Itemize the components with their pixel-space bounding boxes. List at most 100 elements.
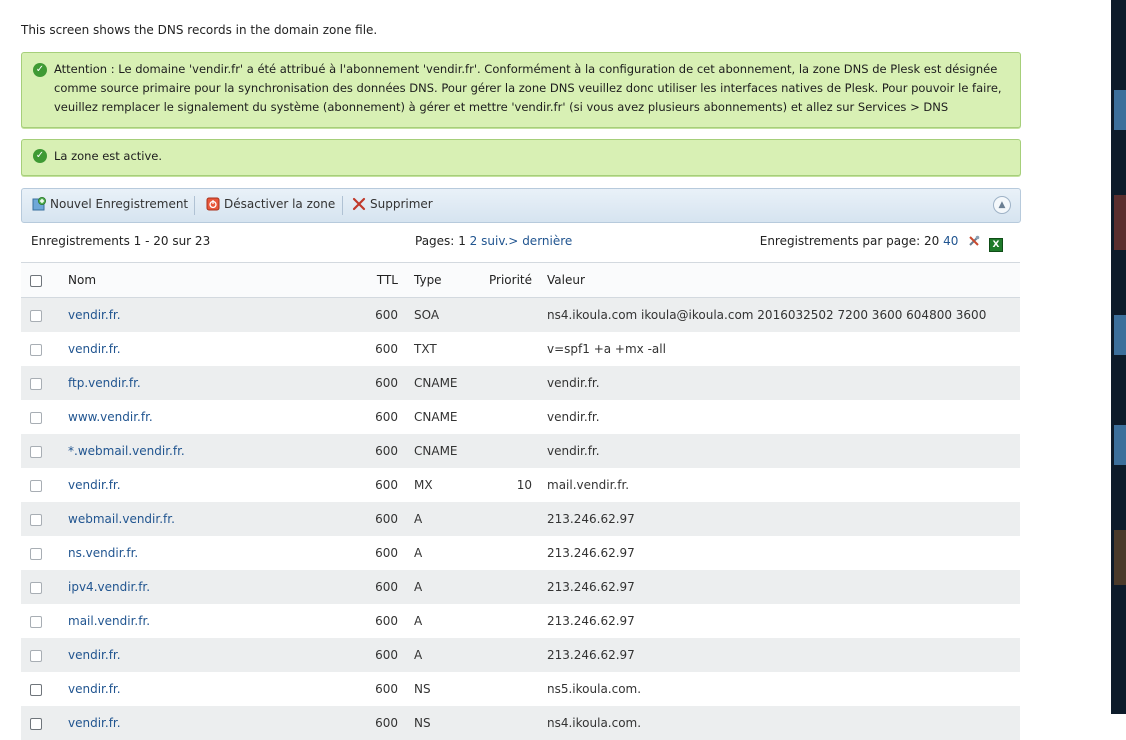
row-checkbox[interactable] [30, 343, 42, 356]
check-icon: ✓ [33, 63, 47, 77]
select-all-checkbox[interactable] [30, 274, 42, 287]
row-checkbox[interactable] [30, 581, 42, 594]
last-page-link[interactable]: dernière [522, 234, 572, 248]
pagination-bar: Enregistrements 1 - 20 sur 23 Pages: 1 2… [21, 234, 1019, 252]
table-row: *.webmail.vendir.fr. 600 CNAME vendir.fr. [21, 434, 1020, 468]
disable-icon [206, 197, 220, 211]
delete-x-icon [352, 197, 366, 211]
attention-message: ✓ Attention : Le domaine 'vendir.fr' a é… [21, 52, 1021, 128]
record-name-link[interactable]: ipv4.vendir.fr. [68, 580, 150, 594]
row-checkbox[interactable] [30, 717, 42, 730]
header-priority[interactable]: Priorité [471, 262, 547, 298]
record-value: 213.246.62.97 [547, 502, 1020, 536]
record-name-link[interactable]: *.webmail.vendir.fr. [68, 444, 185, 458]
record-ttl: 600 [369, 434, 406, 468]
chevron-up-icon: ▲ [998, 200, 1006, 210]
record-type: TXT [406, 332, 471, 366]
per-page-40-link[interactable]: 40 [943, 234, 958, 248]
record-type: A [406, 536, 471, 570]
record-priority: 10 [471, 468, 547, 502]
record-ttl: 600 [369, 297, 406, 332]
table-row: ftp.vendir.fr. 600 CNAME vendir.fr. [21, 366, 1020, 400]
table-row: vendir.fr. 600 NS ns5.ikoula.com. [21, 672, 1020, 706]
attention-message-text: Attention : Le domaine 'vendir.fr' a été… [54, 62, 1002, 114]
current-page: 1 [458, 234, 466, 248]
new-record-label: Nouvel Enregistrement [50, 197, 189, 211]
record-type: NS [406, 672, 471, 706]
header-value[interactable]: Valeur [547, 262, 1020, 298]
dns-records-table: Nom TTL Type Priorité Valeur vendir.fr. 6… [21, 262, 1020, 740]
header-type[interactable]: Type [406, 262, 471, 298]
delete-button[interactable]: Supprimer [352, 197, 433, 215]
background-window-edge [1111, 0, 1126, 714]
record-type: A [406, 570, 471, 604]
record-name-link[interactable]: ftp.vendir.fr. [68, 376, 141, 390]
table-row: vendir.fr. 600 A 213.246.62.97 [21, 638, 1020, 672]
record-priority [471, 434, 547, 468]
row-checkbox[interactable] [30, 377, 42, 390]
record-name-link[interactable]: vendir.fr. [68, 478, 121, 492]
record-ttl: 600 [369, 706, 406, 740]
record-name-link[interactable]: mail.vendir.fr. [68, 614, 150, 628]
table-row: webmail.vendir.fr. 600 A 213.246.62.97 [21, 502, 1020, 536]
record-value: 213.246.62.97 [547, 570, 1020, 604]
record-name-link[interactable]: vendir.fr. [68, 342, 121, 356]
table-row: ns.vendir.fr. 600 A 213.246.62.97 [21, 536, 1020, 570]
page-2-link[interactable]: 2 [470, 234, 478, 248]
record-name-link[interactable]: ns.vendir.fr. [68, 546, 138, 560]
record-priority [471, 502, 547, 536]
row-checkbox[interactable] [30, 649, 42, 662]
record-ttl: 600 [369, 502, 406, 536]
record-priority [471, 332, 547, 366]
record-value: 213.246.62.97 [547, 638, 1020, 672]
row-checkbox[interactable] [30, 683, 42, 696]
record-priority [471, 297, 547, 332]
row-checkbox[interactable] [30, 445, 42, 458]
record-type: CNAME [406, 434, 471, 468]
record-name-link[interactable]: webmail.vendir.fr. [68, 512, 175, 526]
record-type: CNAME [406, 366, 471, 400]
record-name-link[interactable]: vendir.fr. [68, 716, 121, 730]
per-page-label: Enregistrements par page: [759, 234, 921, 248]
record-type: CNAME [406, 400, 471, 434]
record-value: 213.246.62.97 [547, 536, 1020, 570]
toolbar-divider [342, 196, 343, 215]
intro-text: This screen shows the DNS records in the… [21, 23, 378, 37]
collapse-toolbar-button[interactable]: ▲ [993, 196, 1011, 214]
table-row: vendir.fr. 600 MX 10 mail.vendir.fr. [21, 468, 1020, 502]
header-ttl[interactable]: TTL [369, 262, 406, 298]
record-priority [471, 706, 547, 740]
record-priority [471, 400, 547, 434]
row-checkbox[interactable] [30, 479, 42, 492]
record-name-link[interactable]: vendir.fr. [68, 682, 121, 696]
row-checkbox[interactable] [30, 547, 42, 560]
record-value: vendir.fr. [547, 366, 1020, 400]
new-record-button[interactable]: Nouvel Enregistrement [32, 197, 188, 215]
row-checkbox[interactable] [30, 615, 42, 628]
header-name[interactable]: Nom [67, 262, 369, 298]
table-row: ipv4.vendir.fr. 600 A 213.246.62.97 [21, 570, 1020, 604]
record-name-link[interactable]: vendir.fr. [68, 648, 121, 662]
per-page-control: Enregistrements par page: 20 40 X [760, 234, 1003, 252]
row-checkbox[interactable] [30, 309, 42, 322]
record-type: A [406, 638, 471, 672]
zone-active-message: ✓ La zone est active. [21, 139, 1021, 176]
tools-icon[interactable] [968, 235, 980, 247]
record-name-link[interactable]: www.vendir.fr. [68, 410, 153, 424]
row-checkbox[interactable] [30, 513, 42, 526]
disable-zone-button[interactable]: Désactiver la zone [206, 197, 335, 215]
row-checkbox[interactable] [30, 411, 42, 424]
add-record-icon [32, 197, 46, 211]
table-row: mail.vendir.fr. 600 A 213.246.62.97 [21, 604, 1020, 638]
record-name-link[interactable]: vendir.fr. [68, 308, 121, 322]
export-excel-icon[interactable]: X [989, 238, 1003, 252]
record-value: vendir.fr. [547, 434, 1020, 468]
table-row: www.vendir.fr. 600 CNAME vendir.fr. [21, 400, 1020, 434]
record-ttl: 600 [369, 332, 406, 366]
record-ttl: 600 [369, 536, 406, 570]
toolbar: Nouvel Enregistrement Désactiver la zone… [21, 188, 1021, 223]
table-row: vendir.fr. 600 TXT v=spf1 +a +mx -all [21, 332, 1020, 366]
record-type: A [406, 604, 471, 638]
next-page-link[interactable]: suiv.> [481, 234, 518, 248]
record-type: NS [406, 706, 471, 740]
